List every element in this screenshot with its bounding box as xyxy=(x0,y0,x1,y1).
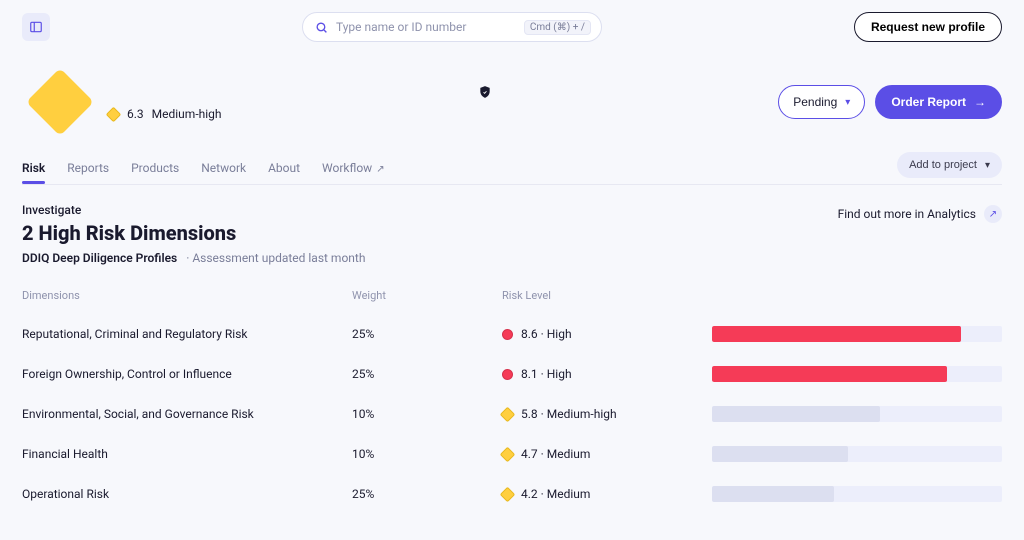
diamond-icon xyxy=(500,406,516,422)
dimension-name: Foreign Ownership, Control or Influence xyxy=(22,367,342,381)
chevron-down-icon: ▾ xyxy=(845,97,850,108)
risk-bar-fill xyxy=(712,326,961,342)
entity-logo-diamond xyxy=(26,68,94,136)
tab-workflow[interactable]: Workflow ↗ xyxy=(322,153,385,183)
circle-red-icon xyxy=(502,329,513,340)
add-to-project-label: Add to project xyxy=(909,159,977,171)
risk-bar xyxy=(712,326,1002,342)
dimension-name: Financial Health xyxy=(22,447,342,461)
diamond-icon xyxy=(106,106,122,122)
tab-products-label: Products xyxy=(131,161,179,175)
tab-workflow-label: Workflow xyxy=(322,161,372,175)
add-to-project-button[interactable]: Add to project ▾ xyxy=(897,152,1002,178)
tab-about-label: About xyxy=(268,161,300,175)
diamond-icon xyxy=(500,486,516,502)
search-placeholder: Type name or ID number xyxy=(336,20,524,34)
tab-products[interactable]: Products xyxy=(131,153,179,183)
tab-reports-label: Reports xyxy=(67,161,109,175)
panel-left-icon xyxy=(29,20,43,34)
risk-bar-fill xyxy=(712,366,947,382)
dimension-name: Operational Risk xyxy=(22,487,342,501)
order-report-label: Order Report xyxy=(891,95,966,109)
request-new-profile-label: Request new profile xyxy=(871,20,985,34)
chevron-down-icon: ▾ xyxy=(985,160,990,171)
diamond-icon xyxy=(500,446,516,462)
risk-level-cell: 5.8 · Medium-high xyxy=(502,407,702,421)
analytics-link[interactable]: Find out more in Analytics ↗ xyxy=(838,205,1002,223)
analytics-link-text: Find out more in Analytics xyxy=(838,207,976,221)
risk-level-cell: 8.6 · High xyxy=(502,327,702,341)
risk-level-text: 5.8 · Medium-high xyxy=(521,407,617,421)
external-link-icon: ↗ xyxy=(376,164,384,175)
risk-level-text: 4.7 · Medium xyxy=(521,447,590,461)
weight-value: 25% xyxy=(352,367,492,381)
risk-level-cell: 4.7 · Medium xyxy=(502,447,702,461)
dimensions-table: Dimensions Weight Risk Level Reputationa… xyxy=(22,289,1002,514)
weight-value: 10% xyxy=(352,447,492,461)
risk-bar xyxy=(712,406,1002,422)
tab-risk-label: Risk xyxy=(22,161,45,175)
col-dimensions: Dimensions xyxy=(22,289,342,302)
risk-level-text: 8.1 · High xyxy=(521,367,572,381)
table-row[interactable]: Environmental, Social, and Governance Ri… xyxy=(22,394,1002,434)
table-row[interactable]: Operational Risk 25% 4.2 · Medium xyxy=(22,474,1002,514)
risk-bar-fill xyxy=(712,406,880,422)
risk-level-text: 4.2 · Medium xyxy=(521,487,590,501)
sidebar-toggle-button[interactable] xyxy=(22,13,50,41)
request-new-profile-button[interactable]: Request new profile xyxy=(854,12,1002,42)
section-eyebrow: Investigate xyxy=(22,203,838,217)
risk-level-text: 8.6 · High xyxy=(521,327,572,341)
table-row[interactable]: Financial Health 10% 4.7 · Medium xyxy=(22,434,1002,474)
weight-value: 10% xyxy=(352,407,492,421)
overall-score-value: 6.3 xyxy=(127,107,144,121)
risk-bar xyxy=(712,446,1002,462)
section-updated-text: Assessment updated last month xyxy=(192,251,365,265)
tab-risk[interactable]: Risk xyxy=(22,153,45,183)
section-title: 2 High Risk Dimensions xyxy=(22,221,838,245)
dimension-name: Reputational, Criminal and Regulatory Ri… xyxy=(22,327,342,341)
col-weight: Weight xyxy=(352,289,492,302)
table-row[interactable]: Reputational, Criminal and Regulatory Ri… xyxy=(22,314,1002,354)
status-pending-label: Pending xyxy=(793,95,837,109)
col-risk-level: Risk Level xyxy=(502,289,702,302)
tab-network-label: Network xyxy=(201,161,246,175)
risk-level-cell: 8.1 · High xyxy=(502,367,702,381)
tab-network[interactable]: Network xyxy=(201,153,246,183)
risk-level-cell: 4.2 · Medium xyxy=(502,487,702,501)
weight-value: 25% xyxy=(352,487,492,501)
arrow-right-icon: → xyxy=(974,95,986,109)
order-report-button[interactable]: Order Report → xyxy=(875,85,1002,119)
search-icon xyxy=(315,21,328,34)
section-updated: · Assessment updated last month xyxy=(186,251,365,265)
overall-score: 6.3 Medium-high xyxy=(108,107,222,121)
table-row[interactable]: Foreign Ownership, Control or Influence 2… xyxy=(22,354,1002,394)
risk-bar-fill xyxy=(712,486,834,502)
dimension-name: Environmental, Social, and Governance Ri… xyxy=(22,407,342,421)
status-pending-dropdown[interactable]: Pending ▾ xyxy=(778,85,865,119)
overall-score-label: Medium-high xyxy=(152,107,222,121)
risk-bar xyxy=(712,366,1002,382)
tab-about[interactable]: About xyxy=(268,153,300,183)
section-source: DDIQ Deep Diligence Profiles xyxy=(22,251,177,265)
external-link-icon: ↗ xyxy=(984,205,1002,223)
circle-red-icon xyxy=(502,369,513,380)
search-input[interactable]: Type name or ID number Cmd (⌘) + / xyxy=(302,12,602,42)
search-shortcut-hint: Cmd (⌘) + / xyxy=(524,20,591,35)
risk-bar-fill xyxy=(712,446,848,462)
risk-bar xyxy=(712,486,1002,502)
tab-reports[interactable]: Reports xyxy=(67,153,109,183)
weight-value: 25% xyxy=(352,327,492,341)
shield-icon xyxy=(478,84,492,103)
